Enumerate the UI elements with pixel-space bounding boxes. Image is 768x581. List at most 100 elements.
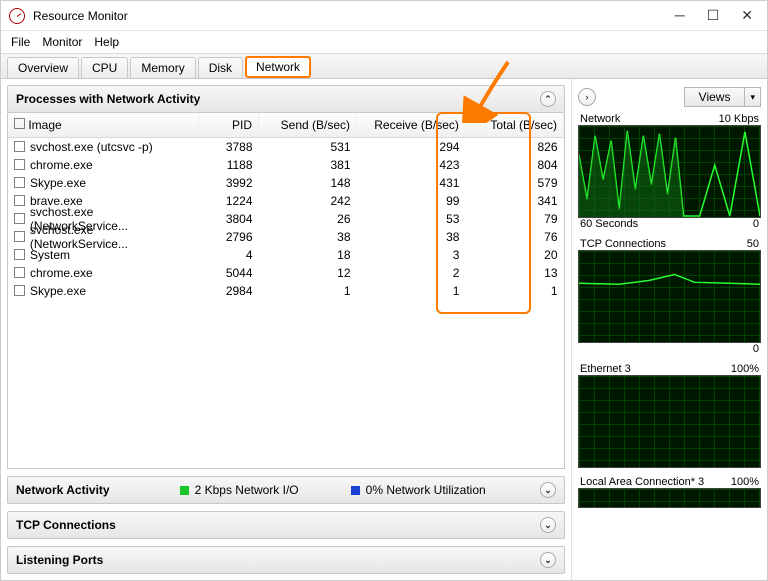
col-image[interactable]: Image xyxy=(28,118,61,132)
processes-table: Image PID Send (B/sec) Receive (B/sec) T… xyxy=(7,113,565,469)
menu-monitor[interactable]: Monitor xyxy=(42,35,82,49)
cell-send: 242 xyxy=(259,192,357,210)
cell-pid: 1224 xyxy=(199,192,259,210)
network-activity-header[interactable]: Network Activity 2 Kbps Network I/O 0% N… xyxy=(7,476,565,504)
col-pid[interactable]: PID xyxy=(199,113,259,137)
views-button[interactable]: Views ▾ xyxy=(684,87,761,107)
tcp-title: TCP Connections xyxy=(16,518,116,532)
cell-total: 79 xyxy=(465,210,563,228)
cell-send: 38 xyxy=(259,228,357,246)
titlebar: Resource Monitor ─ ☐ ✕ xyxy=(1,1,767,31)
col-send[interactable]: Send (B/sec) xyxy=(259,113,357,137)
network-activity-stats: 2 Kbps Network I/O 0% Network Utilizatio… xyxy=(180,483,486,497)
tabs: Overview CPU Memory Disk Network xyxy=(1,53,767,79)
cell-recv: 1 xyxy=(357,282,466,300)
graph4-max: 100% xyxy=(731,476,759,488)
cell-image: svchost.exe (NetworkService... xyxy=(30,223,193,251)
cell-pid: 4 xyxy=(199,246,259,264)
table-header-row: Image PID Send (B/sec) Receive (B/sec) T… xyxy=(8,113,564,137)
cell-total: 804 xyxy=(465,156,563,174)
checkbox-all[interactable] xyxy=(14,118,25,129)
graph1-max: 10 Kbps xyxy=(719,113,759,125)
col-receive[interactable]: Receive (B/sec) xyxy=(357,113,466,137)
cell-total: 341 xyxy=(465,192,563,210)
cell-image: Skype.exe xyxy=(30,176,86,190)
tab-memory[interactable]: Memory xyxy=(130,57,195,78)
views-dropdown-icon[interactable]: ▾ xyxy=(744,88,760,106)
main-pane: Processes with Network Activity ⌃ Image … xyxy=(1,79,572,580)
views-row: › Views ▾ xyxy=(578,85,761,109)
window-title: Resource Monitor xyxy=(33,9,675,23)
graph3-max: 100% xyxy=(731,363,759,375)
cell-pid: 5044 xyxy=(199,264,259,282)
row-checkbox[interactable] xyxy=(14,285,25,296)
cell-total: 76 xyxy=(465,228,563,246)
graph1-foot-left: 60 Seconds xyxy=(580,218,638,230)
tab-cpu[interactable]: CPU xyxy=(81,57,128,78)
cell-pid: 3992 xyxy=(199,174,259,192)
cell-send: 18 xyxy=(259,246,357,264)
listening-header[interactable]: Listening Ports ⌄ xyxy=(7,546,565,574)
cell-send: 26 xyxy=(259,210,357,228)
table-row[interactable]: Skype.exe3992148431579 xyxy=(8,174,564,192)
cell-total: 13 xyxy=(465,264,563,282)
util-color-icon xyxy=(351,486,360,495)
minimize-button[interactable]: ─ xyxy=(675,7,685,24)
cell-recv: 3 xyxy=(357,246,466,264)
table-row[interactable]: Skype.exe2984111 xyxy=(8,282,564,300)
graph1-foot-right: 0 xyxy=(753,218,759,230)
table-row[interactable]: svchost.exe (NetworkService...2796383876 xyxy=(8,228,564,246)
tcp-header[interactable]: TCP Connections ⌄ xyxy=(7,511,565,539)
col-total[interactable]: Total (B/sec) xyxy=(465,113,563,137)
cell-send: 531 xyxy=(259,137,357,156)
cell-image: chrome.exe xyxy=(30,266,93,280)
cell-image: Skype.exe xyxy=(30,284,86,298)
row-checkbox[interactable] xyxy=(14,195,25,206)
cell-image: chrome.exe xyxy=(30,158,93,172)
cell-send: 12 xyxy=(259,264,357,282)
body: Processes with Network Activity ⌃ Image … xyxy=(1,79,767,580)
processes-header[interactable]: Processes with Network Activity ⌃ xyxy=(7,85,565,113)
cell-total: 20 xyxy=(465,246,563,264)
menu-file[interactable]: File xyxy=(11,35,30,49)
chevron-up-icon[interactable]: ⌃ xyxy=(540,91,556,107)
graph1-title: Network xyxy=(580,113,620,125)
tab-network[interactable]: Network xyxy=(245,56,311,78)
views-label: Views xyxy=(685,88,745,106)
cell-recv: 294 xyxy=(357,137,466,156)
row-checkbox[interactable] xyxy=(14,249,25,260)
processes-title: Processes with Network Activity xyxy=(16,92,200,106)
tab-overview[interactable]: Overview xyxy=(7,57,79,78)
cell-pid: 3788 xyxy=(199,137,259,156)
cell-recv: 2 xyxy=(357,264,466,282)
tab-disk[interactable]: Disk xyxy=(198,57,243,78)
close-button[interactable]: ✕ xyxy=(741,7,753,24)
cell-send: 381 xyxy=(259,156,357,174)
cell-recv: 38 xyxy=(357,228,466,246)
nav-right-icon[interactable]: › xyxy=(578,88,596,106)
cell-image: System xyxy=(30,248,70,262)
menu-help[interactable]: Help xyxy=(94,35,119,49)
graph4-title: Local Area Connection* 3 xyxy=(580,476,704,488)
network-io-text: 2 Kbps Network I/O xyxy=(195,483,299,497)
row-checkbox[interactable] xyxy=(14,177,25,188)
table-row[interactable]: svchost.exe (utcsvc -p)3788531294826 xyxy=(8,137,564,156)
graph3-title: Ethernet 3 xyxy=(580,363,631,375)
io-color-icon xyxy=(180,486,189,495)
table-row[interactable]: chrome.exe 504412213 xyxy=(8,264,564,282)
chevron-down-icon[interactable]: ⌄ xyxy=(540,552,556,568)
maximize-button[interactable]: ☐ xyxy=(707,7,720,24)
row-checkbox[interactable] xyxy=(14,159,25,170)
menubar: File Monitor Help xyxy=(1,31,767,53)
table-row[interactable]: chrome.exe1188381423804 xyxy=(8,156,564,174)
cell-recv: 423 xyxy=(357,156,466,174)
row-checkbox[interactable] xyxy=(14,141,25,152)
cell-send: 148 xyxy=(259,174,357,192)
graph-network: Network 10 Kbps 60 Seconds 0 xyxy=(578,113,761,230)
chevron-down-icon[interactable]: ⌄ xyxy=(540,482,556,498)
row-checkbox[interactable] xyxy=(14,231,25,242)
cell-pid: 2796 xyxy=(199,228,259,246)
row-checkbox[interactable] xyxy=(14,213,25,224)
chevron-down-icon[interactable]: ⌄ xyxy=(540,517,556,533)
row-checkbox[interactable] xyxy=(14,267,25,278)
